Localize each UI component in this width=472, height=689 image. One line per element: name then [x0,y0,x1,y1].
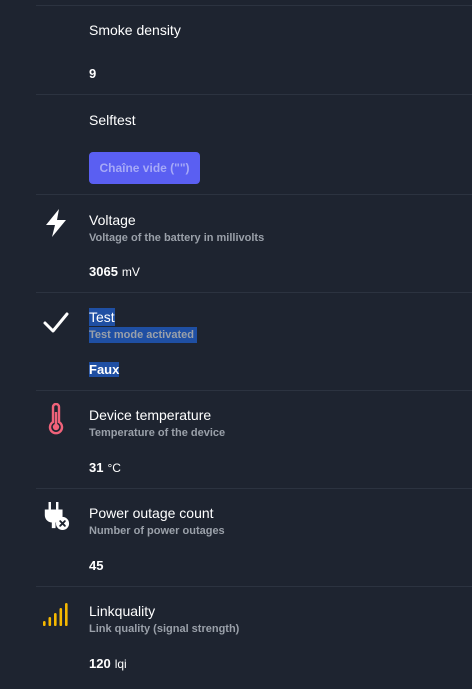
value-number: 45 [89,558,104,573]
row-title: Device temperature [89,407,212,423]
row-description: Temperature of the device [89,427,226,439]
row-value: 3065 mV [89,263,140,281]
row-title: Smoke density [89,22,181,38]
row-title: Selftest [89,112,136,128]
row-smoke-density: Smoke density 9 [36,5,472,95]
row-title: Linkquality [89,603,156,619]
lightning-icon [42,207,70,239]
row-title: Power outage count [89,505,214,521]
row-description: Test mode activated [89,327,197,343]
value-unit: °C [107,461,121,475]
value-number: 3065 [89,264,118,279]
row-description: Number of power outages [89,525,225,537]
row-device-temperature: Device temperature Temperature of the de… [36,390,472,489]
row-selftest: Selftest Chaîne vide ("") [36,94,472,194]
value-number: Faux [89,362,120,377]
row-description: Link quality (signal strength) [89,623,240,635]
row-test: Test Test mode activated Faux [36,292,472,391]
value-number: 31 [89,460,104,475]
checkmark-icon [42,306,70,338]
selftest-button[interactable]: Chaîne vide ("") [89,152,200,184]
row-power-outage-count: Power outage count Number of power outag… [36,488,472,587]
value-number: 120 [89,656,111,671]
row-value: Faux [89,361,120,379]
value-number: 9 [89,66,97,81]
row-value: 9 [89,65,96,83]
signal-strength-icon [42,597,70,629]
row-value: 120 lqi [89,655,127,673]
row-voltage: Voltage Voltage of the battery in milliv… [36,194,472,293]
row-title: Voltage [89,212,136,228]
row-title: Test [89,308,115,326]
power-plug-off-icon [42,500,70,532]
row-value: 45 [89,557,103,575]
row-linkquality: Linkquality Link quality (signal strengt… [36,586,472,689]
value-unit: mV [121,265,140,279]
thermometer-icon [42,403,70,435]
value-unit: lqi [114,657,127,671]
row-description: Voltage of the battery in millivolts [89,232,265,244]
row-value: 31 °C [89,459,121,477]
